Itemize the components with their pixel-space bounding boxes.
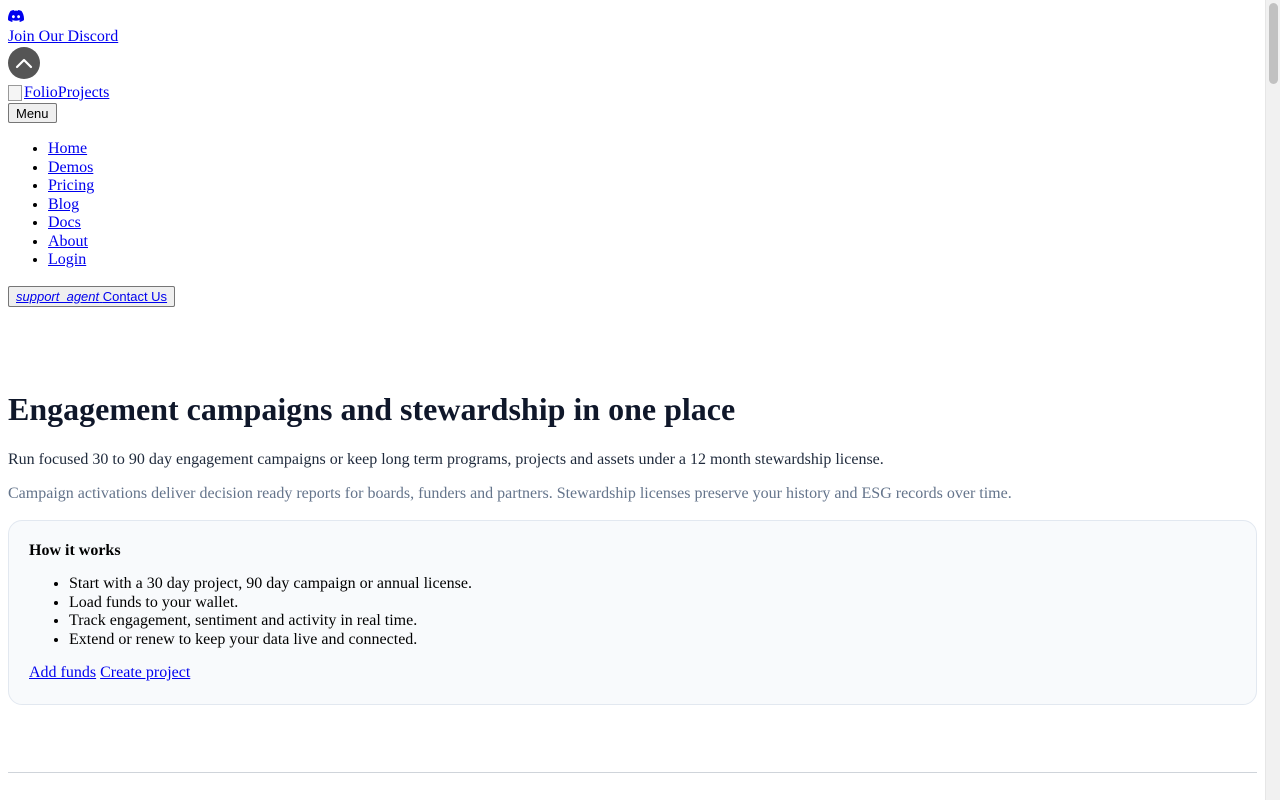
- hero-subtext: Campaign activations deliver decision re…: [8, 485, 1012, 502]
- add-funds-link[interactable]: Add funds: [29, 664, 96, 681]
- nav-link-demos[interactable]: Demos: [48, 159, 93, 176]
- nav-item-about: About: [48, 233, 94, 252]
- broken-image-icon: [8, 85, 22, 102]
- logo-link[interactable]: FolioProjects: [8, 84, 109, 102]
- menu-button[interactable]: Menu: [8, 103, 57, 123]
- discord-icon[interactable]: [8, 10, 24, 22]
- list-item: Load funds to your wallet.: [69, 594, 1236, 613]
- nav-item-docs: Docs: [48, 214, 94, 233]
- nav-link-about[interactable]: About: [48, 233, 88, 250]
- chevron-up-icon: [15, 58, 33, 69]
- list-item: Track engagement, sentiment and activity…: [69, 612, 1236, 631]
- nav-link-home[interactable]: Home: [48, 140, 87, 157]
- support-agent-icon: support_agent: [16, 289, 100, 304]
- how-it-works-card: How it works Start with a 30 day project…: [8, 520, 1257, 705]
- hero-title: Engagement campaigns and stewardship in …: [8, 391, 736, 427]
- scroll-top-button[interactable]: [8, 47, 40, 79]
- how-it-works-title: How it works: [29, 542, 121, 559]
- discord-row: Join Our Discord: [8, 0, 1257, 45]
- nav-link-pricing[interactable]: Pricing: [48, 177, 94, 194]
- contact-us-label: Contact Us: [102, 289, 168, 304]
- page-scrollbar[interactable]: [1265, 0, 1280, 800]
- nav-link-login[interactable]: Login: [48, 251, 86, 268]
- main-nav: Home Demos Pricing Blog Docs About Login: [8, 140, 94, 270]
- contact-us-button[interactable]: support_agent Contact Us: [8, 286, 176, 307]
- page: Join Our Discord FolioProjects Menu Home…: [8, 0, 1257, 773]
- nav-link-docs[interactable]: Docs: [48, 214, 81, 231]
- hero-lead: Run focused 30 to 90 day engagement camp…: [8, 451, 884, 468]
- create-project-link[interactable]: Create project: [100, 664, 190, 681]
- nav-item-pricing: Pricing: [48, 177, 94, 196]
- footer-divider: [8, 772, 1257, 773]
- nav-item-login: Login: [48, 251, 94, 270]
- list-item: Extend or renew to keep your data live a…: [69, 631, 1236, 650]
- nav-item-demos: Demos: [48, 159, 94, 178]
- scrollbar-thumb[interactable]: [1269, 3, 1278, 84]
- list-item: Start with a 30 day project, 90 day camp…: [69, 575, 1236, 594]
- how-it-works-actions: Add funds Create project: [29, 664, 1236, 682]
- discord-link[interactable]: Join Our Discord: [8, 28, 118, 46]
- nav-link-blog[interactable]: Blog: [48, 196, 79, 213]
- nav-item-blog: Blog: [48, 196, 94, 215]
- nav-item-home: Home: [48, 140, 94, 159]
- how-it-works-steps: Start with a 30 day project, 90 day camp…: [29, 575, 1236, 649]
- logo-alt-text: FolioProjects: [24, 84, 110, 101]
